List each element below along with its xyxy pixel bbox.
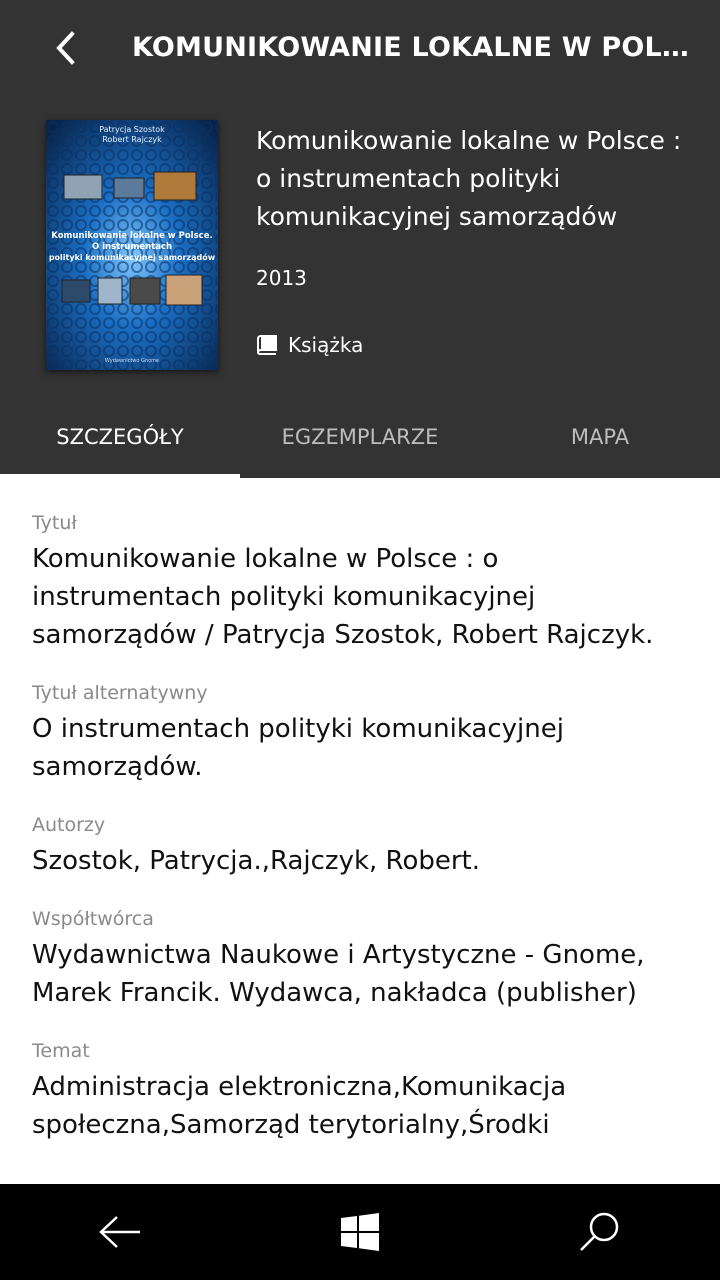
field-value: Wydawnictwa Naukowe i Artystyczne - Gnom… [32,940,645,1008]
book-title: Komunikowanie lokalne w Polsce : o instr… [256,126,682,231]
cover-authors: Patrycja Szostok [99,125,165,134]
field-label: Tytuł alternatywny [32,682,208,704]
svg-text:O instrumentach: O instrumentach [92,242,172,252]
windows-logo-icon [341,1213,379,1251]
field-contributor: Współtwórca Wydawnictwa Naukowe i Artyst… [32,906,692,1012]
book-year: 2013 [256,266,307,290]
back-button[interactable] [44,24,88,72]
page-title: KOMUNIKOWANIE LOKALNE W POLS... [132,32,707,63]
tab-copies[interactable]: EGZEMPLARZE [240,400,480,478]
field-label: Autorzy [32,814,106,836]
tab-bar: SZCZEGÓŁY EGZEMPLARZE MAPA [0,400,720,478]
search-icon [580,1212,619,1251]
field-alternative-title: Tytuł alternatywny O instrumentach polit… [32,680,692,786]
field-value: Komunikowanie lokalne w Polsce : o instr… [32,544,654,650]
book-type-label: Książka [288,333,364,357]
chevron-left-icon [56,31,75,65]
field-subject: Temat Administracja elektroniczna,Komuni… [32,1038,692,1144]
book-cover-image: Patrycja Szostok Robert Rajczyk Komuniko… [46,120,218,370]
field-label: Tytuł [32,512,77,534]
svg-text:Robert Rajczyk: Robert Rajczyk [102,135,162,144]
book-type: Książka [256,330,363,360]
field-label: Temat [32,1040,90,1062]
cover-publisher: Wydawnictwo Gnome [105,358,159,364]
header: KOMUNIKOWANIE LOKALNE W POLS... Patrycja… [0,0,720,478]
system-back-button[interactable] [0,1184,240,1280]
details-panel[interactable]: Tytuł Komunikowanie lokalne w Polsce : o… [32,478,692,1184]
field-value: O instrumentach polityki komunikacyjnej … [32,714,564,782]
field-value: Szostok, Patrycja.,Rajczyk, Robert. [32,846,481,876]
tab-map[interactable]: MAPA [480,400,720,478]
system-home-button[interactable] [240,1184,480,1280]
field-title: Tytuł Komunikowanie lokalne w Polsce : o… [32,510,692,654]
book-icon [256,335,277,355]
cover-title: Komunikowanie lokalne w Polsce. [51,231,212,241]
svg-text:polityki komunikacyjnej samorz: polityki komunikacyjnej samorządów [49,252,216,262]
field-label: Współtwórca [32,908,154,930]
field-authors: Autorzy Szostok, Patrycja.,Rajczyk, Robe… [32,812,692,880]
arrow-left-icon [99,1216,140,1248]
field-value: Administracja elektroniczna,Komunikacja … [32,1072,567,1140]
system-navigation-bar [0,1184,720,1280]
tab-details[interactable]: SZCZEGÓŁY [0,400,240,478]
system-search-button[interactable] [480,1184,720,1280]
